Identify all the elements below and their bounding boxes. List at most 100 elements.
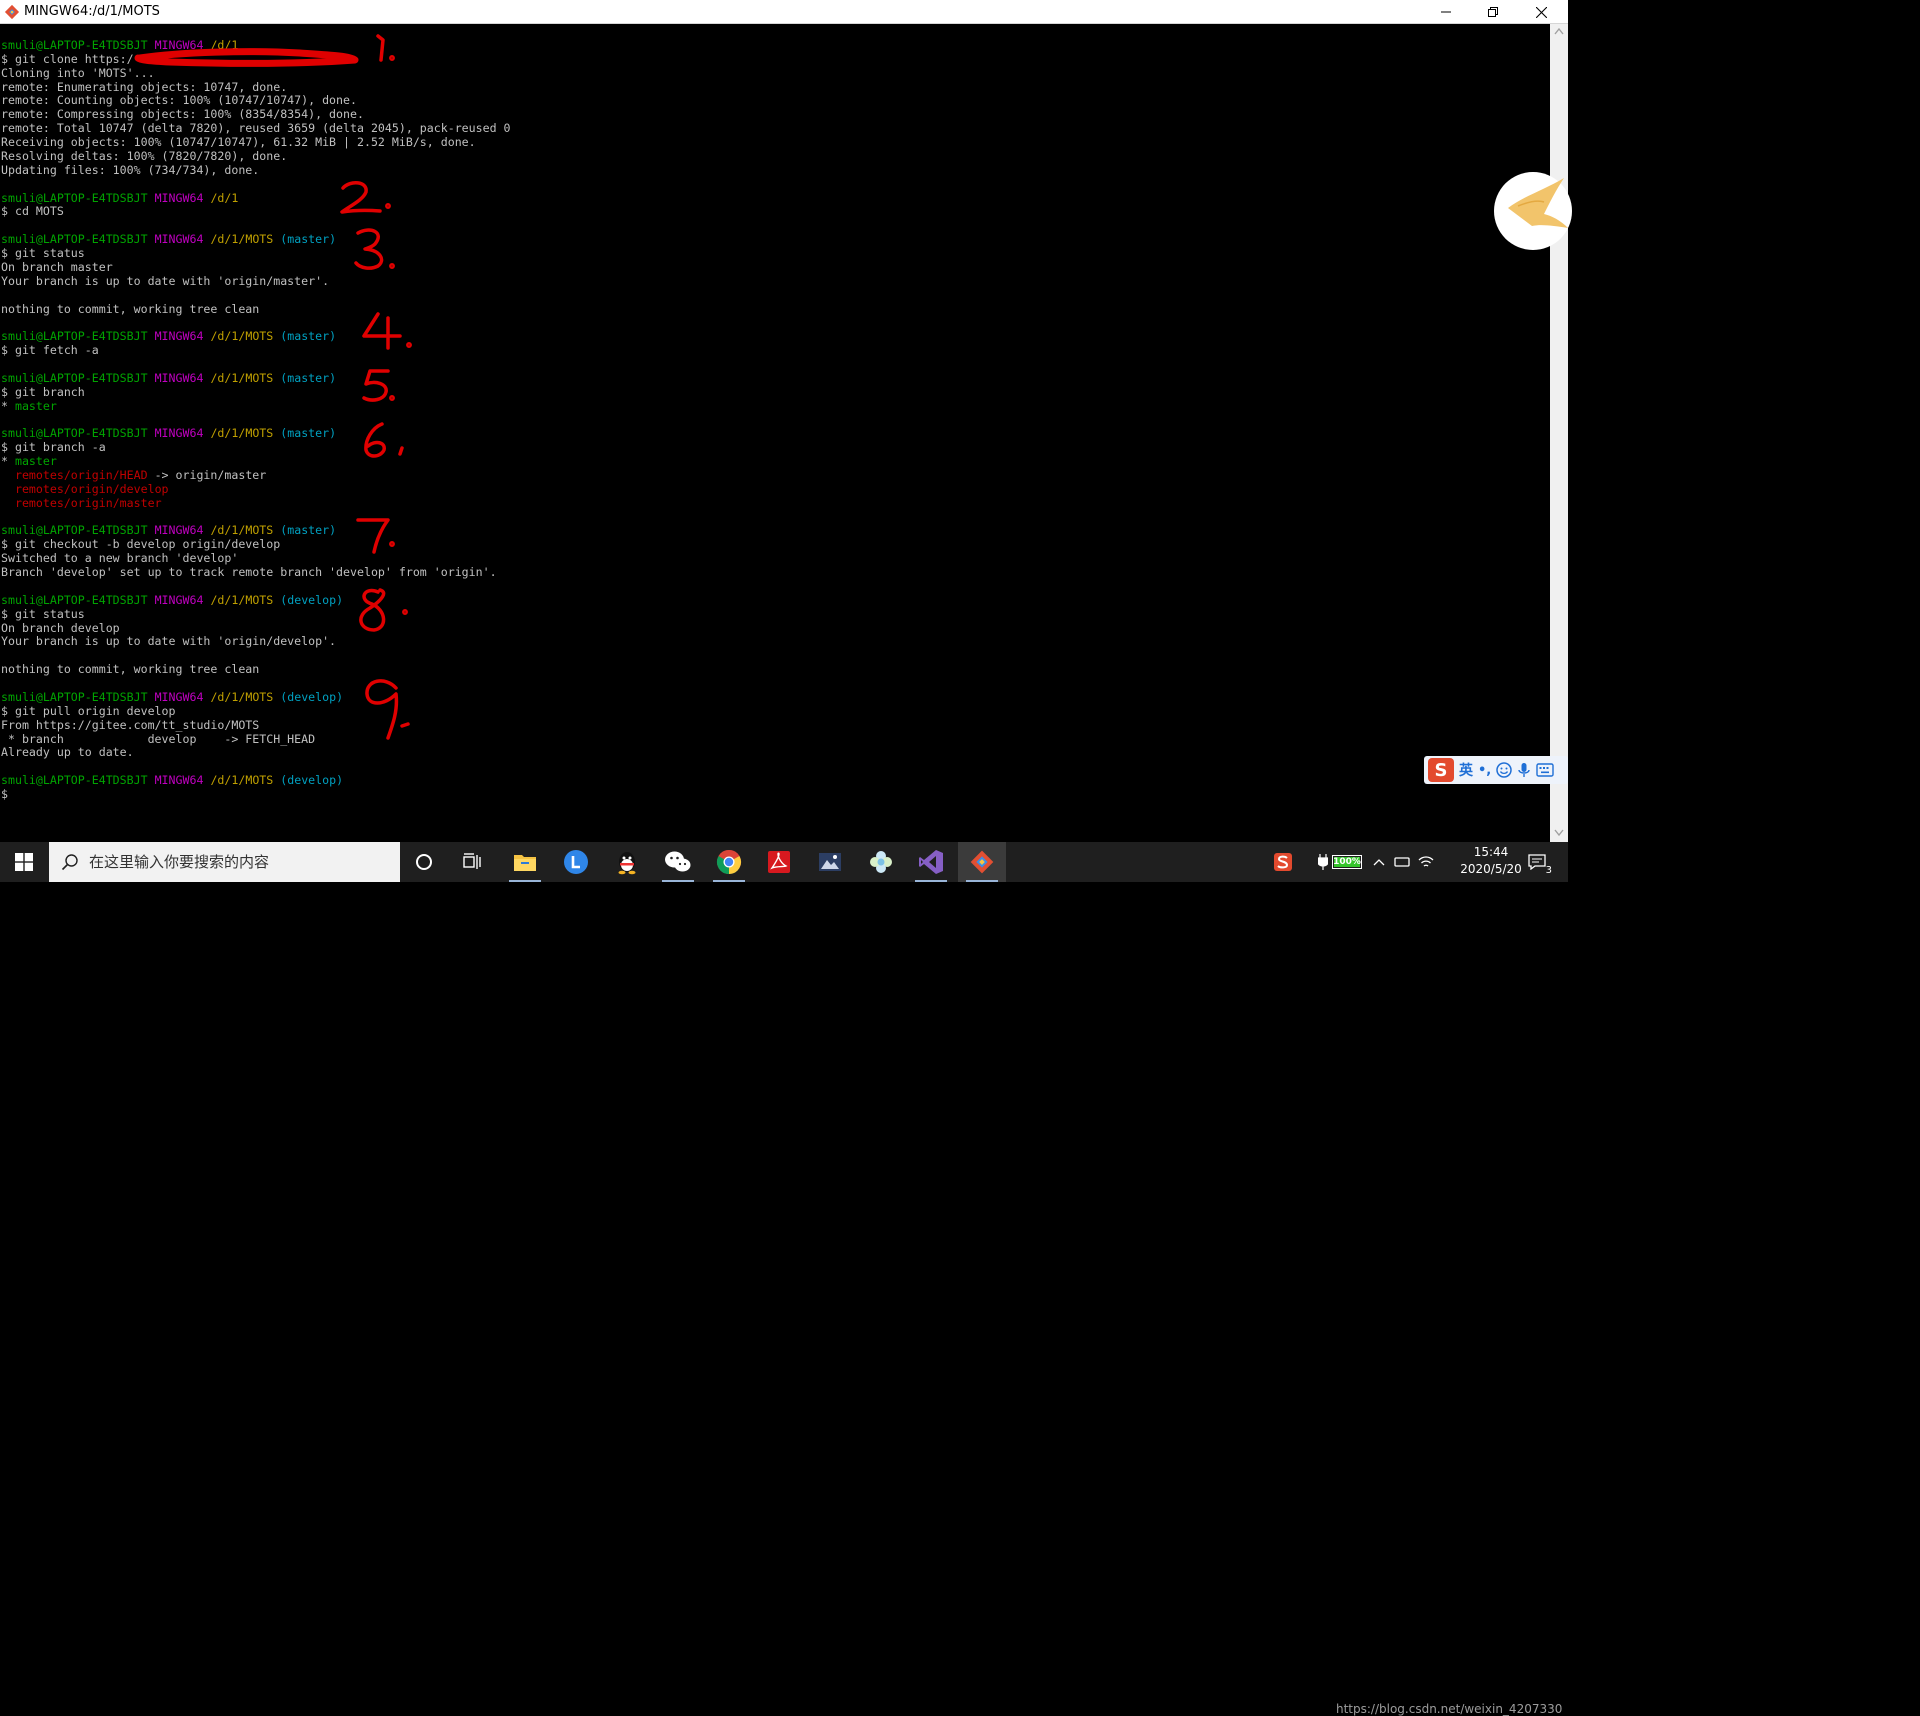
terminal-line: Resolving deltas: 100% (7820/7820), done… — [1, 149, 287, 163]
terminal-text: Already up to date. — [1, 745, 134, 760]
terminal-cur-text: master — [14, 398, 57, 413]
terminal-path-text: /d/1 — [210, 38, 239, 52]
close-button[interactable] — [1518, 0, 1564, 24]
terminal-path-text: /d/1/MOTS — [210, 523, 274, 538]
terminal-line: remote: Compressing objects: 100% (8354/… — [1, 107, 364, 121]
terminal-line: smuli@LAPTOP-E4TDSBJT MINGW64 /d/1 — [1, 191, 238, 205]
terminal-host-text: MINGW64 — [154, 523, 204, 538]
terminal-text: $ git branch — [1, 384, 85, 399]
terminal-branch-text: (master) — [280, 523, 337, 538]
windows-logo-icon — [15, 853, 33, 871]
terminal-text: Resolving deltas: 100% (7820/7820), done… — [1, 148, 288, 163]
chrome-button[interactable] — [705, 842, 753, 882]
device-tray-button[interactable] — [1390, 842, 1414, 882]
terminal-text: nothing to commit, working tree clean — [1, 662, 260, 677]
terminal-line: remotes/origin/master — [1, 496, 162, 510]
tray-sogou-button[interactable] — [1268, 842, 1298, 882]
terminal-branch-text: (master) — [280, 370, 337, 385]
git-bash-icon — [4, 4, 20, 20]
terminal-text: remote: Enumerating objects: 10747, done… — [1, 79, 288, 94]
network-tray-button[interactable] — [1414, 842, 1438, 882]
wifi-icon — [1418, 856, 1434, 867]
keyboard-icon[interactable] — [1536, 763, 1554, 777]
cortana-button[interactable] — [400, 842, 448, 882]
minimize-button[interactable] — [1423, 0, 1469, 24]
taskbar-clock[interactable]: 15:44 2020/5/20 — [1456, 844, 1526, 880]
action-center-button[interactable]: 3 — [1522, 842, 1552, 882]
git-bash-taskbar-button[interactable] — [958, 842, 1006, 882]
terminal-user-text: smuli@LAPTOP-E4TDSBJT — [1, 689, 148, 704]
vip-bird-icon — [1508, 178, 1568, 228]
battery-indicator[interactable]: 100% — [1312, 842, 1368, 882]
terminal-branch-text: (develop) — [280, 592, 344, 607]
task-view-button[interactable] — [449, 842, 497, 882]
terminal-line: On branch master — [1, 260, 113, 274]
terminal-line: $ git pull origin develop — [1, 704, 176, 718]
terminal-line: Receiving objects: 100% (10747/10747), 6… — [1, 135, 476, 149]
terminal-line: smuli@LAPTOP-E4TDSBJT MINGW64 /d/1/MOTS … — [1, 773, 343, 787]
terminal-text: nothing to commit, working tree clean — [1, 301, 260, 316]
wechat-button[interactable] — [654, 842, 702, 882]
photo-app-button[interactable] — [806, 842, 854, 882]
terminal-text: $ cd MOTS — [1, 204, 64, 219]
window-titlebar[interactable]: MINGW64:/d/1/MOTS — [0, 0, 1568, 24]
terminal-user-text: smuli@LAPTOP-E4TDSBJT — [1, 38, 148, 52]
terminal-host-text: MINGW64 — [154, 232, 204, 247]
l-app-button[interactable] — [552, 842, 600, 882]
sogou-ime-logo[interactable]: S — [1428, 758, 1454, 782]
terminal-text: $ git status — [1, 606, 85, 621]
terminal-line: remotes/origin/HEAD -> origin/master — [1, 468, 266, 482]
pdf-reader-button[interactable] — [755, 842, 803, 882]
terminal-cur-text: master — [14, 454, 57, 469]
ime-language-toggle[interactable]: 英 — [1459, 760, 1473, 780]
pdf-reader-icon — [768, 851, 790, 873]
vip-badge[interactable] — [1494, 172, 1572, 250]
microphone-icon[interactable] — [1517, 762, 1531, 778]
start-button[interactable] — [0, 842, 48, 882]
ime-punctuation-toggle[interactable]: •, — [1478, 763, 1491, 778]
show-hidden-icons-button[interactable] — [1368, 842, 1390, 882]
terminal-line: $ git branch -a — [1, 440, 106, 454]
terminal-text: $ — [1, 786, 8, 801]
taskbar-search-box[interactable]: 在这里输入你要搜索的内容 — [49, 842, 400, 882]
running-indicator — [915, 880, 947, 882]
chevron-up-icon — [1373, 859, 1385, 866]
ime-toolbar[interactable]: S 英 •, — [1424, 756, 1568, 784]
terminal-text: Switched to a new branch 'develop' — [1, 551, 239, 566]
running-indicator — [713, 880, 745, 882]
terminal-line: From https://gitee.com/tt_studio/MOTS — [1, 718, 259, 732]
minimize-icon — [1441, 11, 1451, 13]
terminal-path-text: /d/1 — [210, 190, 239, 205]
restore-button[interactable] — [1470, 0, 1516, 24]
terminal-line: nothing to commit, working tree clean — [1, 662, 259, 676]
terminal-user-text: smuli@LAPTOP-E4TDSBJT — [1, 426, 148, 441]
battery-percentage: 100% — [1333, 857, 1361, 867]
terminal-scrollbar[interactable] — [1550, 24, 1568, 842]
terminal-text: Branch 'develop' set up to track remote … — [1, 565, 497, 580]
terminal-line: Your branch is up to date with 'origin/m… — [1, 274, 329, 288]
notification-count: 3 — [1545, 865, 1552, 876]
flower-app-button[interactable] — [857, 842, 905, 882]
terminal-path-text: /d/1/MOTS — [210, 232, 274, 247]
terminal-text: remote: Compressing objects: 100% (8354/… — [1, 107, 364, 122]
terminal-line: Updating files: 100% (734/734), done. — [1, 163, 259, 177]
file-explorer-button[interactable] — [501, 842, 549, 882]
terminal-user-text: smuli@LAPTOP-E4TDSBJT — [1, 592, 148, 607]
terminal-line: smuli@LAPTOP-E4TDSBJT MINGW64 /d/1/MOTS … — [1, 426, 336, 440]
smiley-icon[interactable] — [1496, 762, 1512, 778]
terminal-text: Your branch is up to date with 'origin/m… — [1, 273, 330, 288]
terminal-output[interactable]: smuli@LAPTOP-E4TDSBJT MINGW64 /d/1 $ git … — [0, 24, 1550, 842]
terminal-remote-text: remotes/origin/master — [14, 495, 162, 510]
photo-app-icon — [819, 853, 841, 871]
terminal-text: From https://gitee.com/tt_studio/MOTS — [1, 717, 260, 732]
terminal-path-text: /d/1/MOTS — [210, 689, 274, 704]
terminal-branch-text: (develop) — [280, 689, 344, 704]
qq-button[interactable] — [603, 842, 651, 882]
visual-studio-button[interactable] — [907, 842, 955, 882]
